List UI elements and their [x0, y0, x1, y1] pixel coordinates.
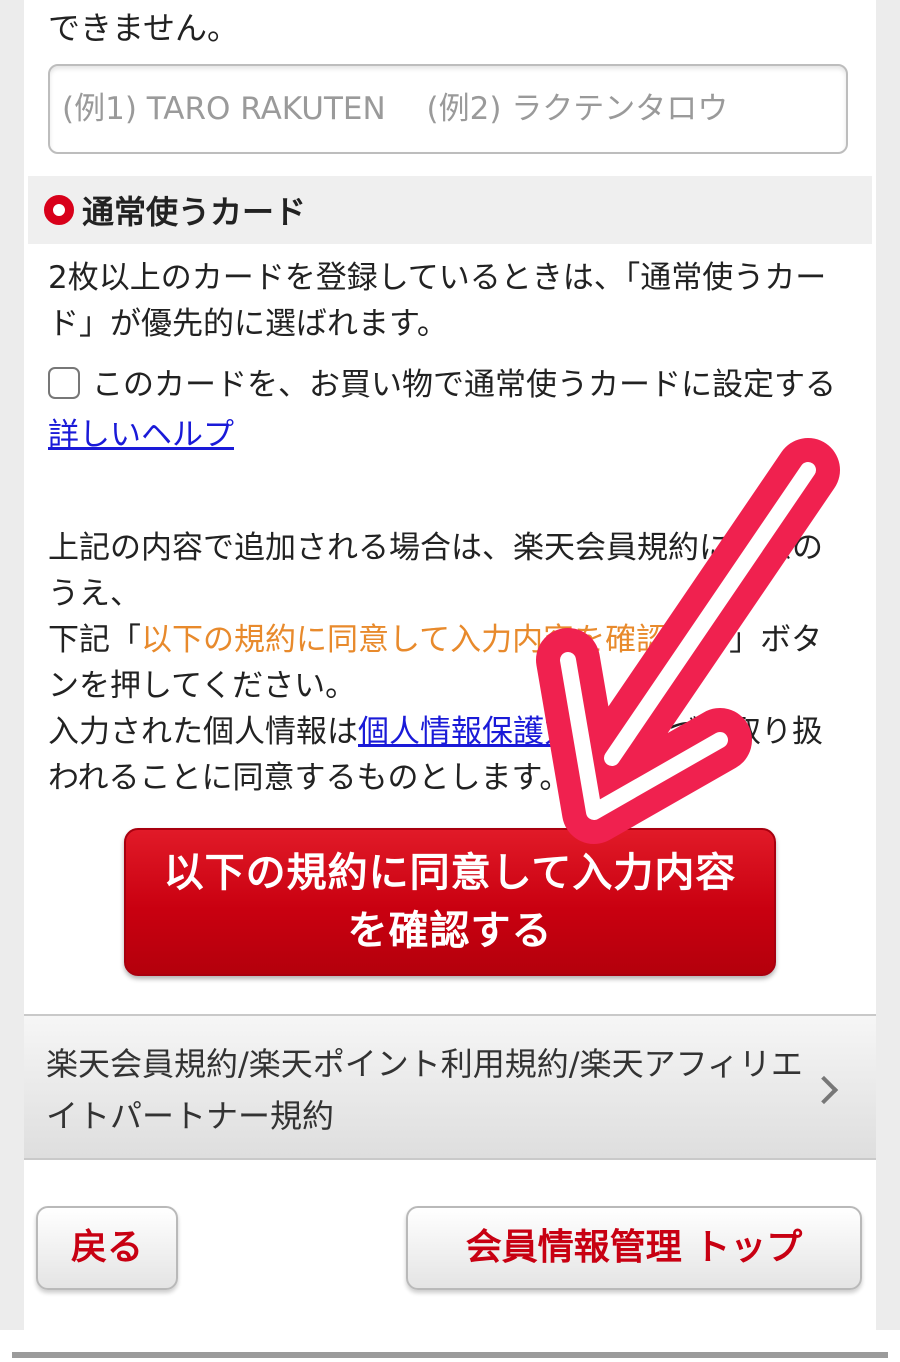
notice-line3-prefix: 入力された個人情報は	[48, 714, 358, 750]
agreement-notice: 上記の内容で追加される場合は、楽天会員規約に同意のうえ、 下記「以下の規約に同意…	[48, 525, 852, 801]
cardholder-name-input[interactable]	[48, 64, 848, 154]
section-title: 通常使うカード	[82, 193, 307, 231]
terms-link-row[interactable]: 楽天会員規約/楽天ポイント利用規約/楽天アフィリエイトパートナー規約	[24, 1014, 876, 1160]
notice-button-reference: 以下の規約に同意して入力内容を確認する	[141, 622, 730, 658]
privacy-policy-link[interactable]: 個人情報保護方針	[358, 714, 606, 750]
form-content: できません。 通常使うカード 2枚以上のカードを登録しているときは、「通常使うカ…	[24, 0, 876, 1330]
member-info-top-button[interactable]: 会員情報管理 トップ	[406, 1206, 862, 1290]
confirm-button-line1: 以下の規約に同意して入力内容	[163, 850, 737, 896]
page: できません。 通常使うカード 2枚以上のカードを登録しているときは、「通常使うカ…	[0, 0, 900, 1362]
terms-link-text: 楽天会員規約/楽天ポイント利用規約/楽天アフィリエイトパートナー規約	[46, 1045, 803, 1135]
right-margin	[876, 0, 900, 1330]
left-margin	[0, 0, 24, 1330]
confirm-button-line2: を確認する	[347, 908, 553, 954]
chevron-right-icon	[809, 1075, 839, 1105]
radio-selected-icon	[44, 195, 74, 225]
help-link[interactable]: 詳しいヘルプ	[48, 417, 234, 453]
top-text: できません。	[48, 9, 240, 47]
back-button[interactable]: 戻る	[36, 1206, 178, 1290]
notice-line1: 上記の内容で追加される場合は、楽天会員規約に同意のうえ、	[48, 530, 823, 612]
agree-and-confirm-button[interactable]: 以下の規約に同意して入力内容 を確認する	[124, 828, 776, 976]
default-card-checkbox-row[interactable]: このカードを、お買い物で通常使うカードに設定する 詳しいヘルプ	[48, 360, 848, 460]
checkbox-icon[interactable]	[48, 367, 80, 399]
default-card-section-header: 通常使うカード	[28, 176, 872, 244]
default-card-description: 2枚以上のカードを登録しているときは、「通常使うカード」が優先的に選ばれます。	[48, 260, 827, 342]
notice-line2-prefix: 下記「	[48, 622, 141, 658]
checkbox-label: このカードを、お買い物で通常使うカードに設定する	[92, 367, 836, 403]
bottom-divider	[12, 1352, 888, 1358]
